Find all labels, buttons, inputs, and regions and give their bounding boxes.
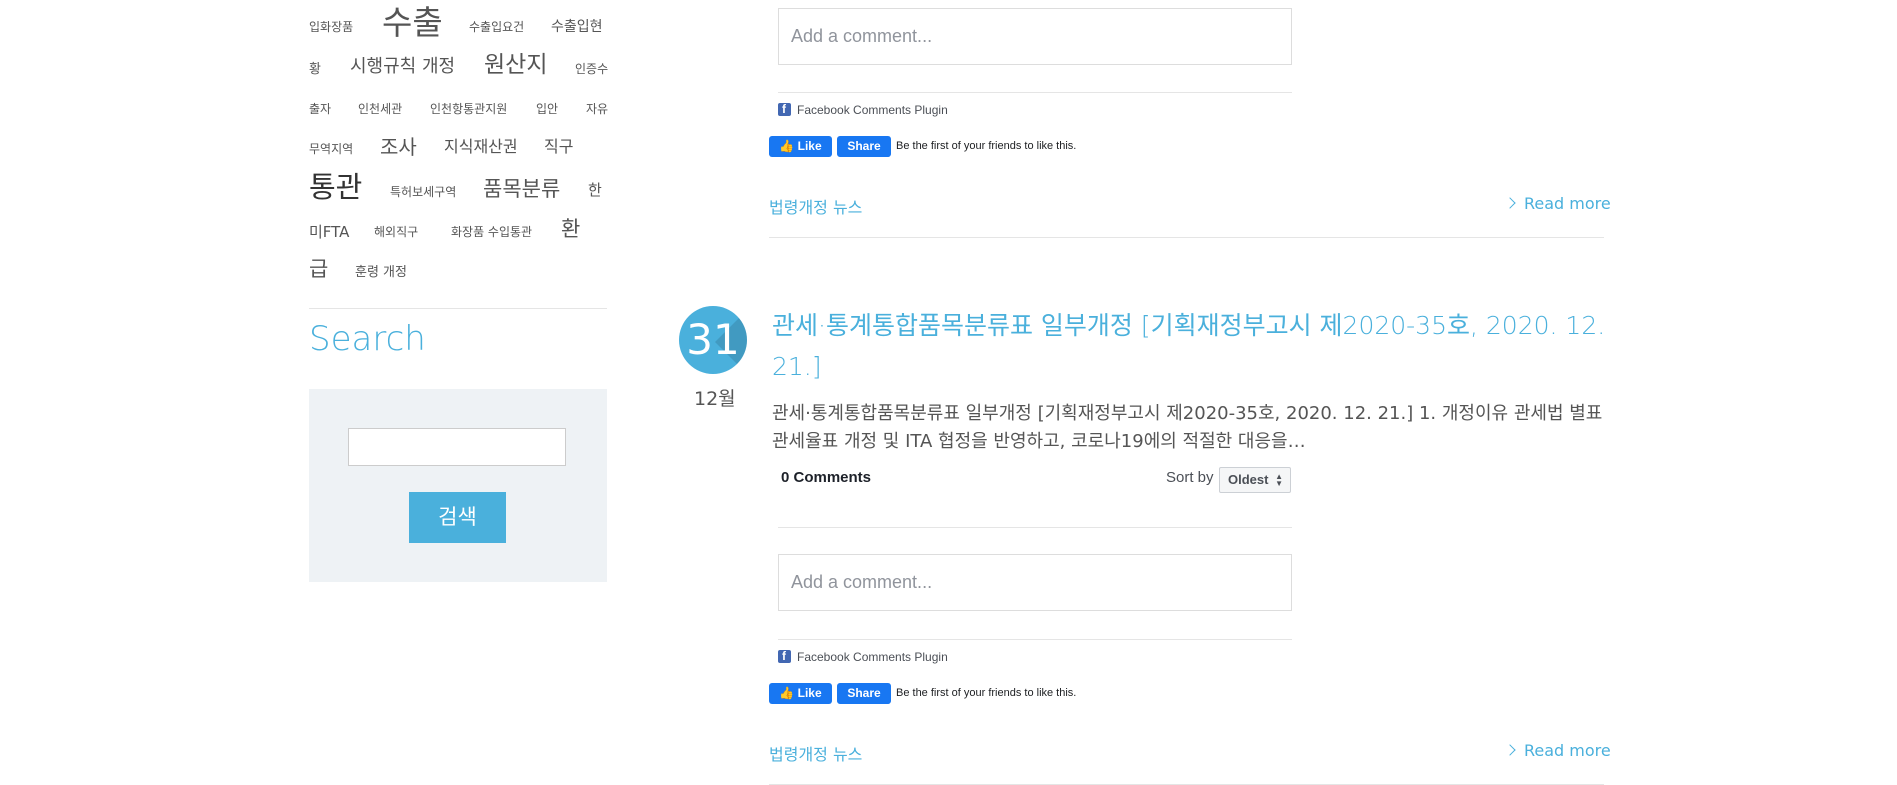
tag-link[interactable]: 인증수: [575, 63, 608, 75]
tag-link[interactable]: 수출입현: [551, 20, 603, 34]
search-widget-title: Search: [309, 319, 426, 359]
tag-link[interactable]: 통관: [309, 173, 362, 202]
comments-header-divider: [778, 527, 1292, 528]
read-more-label: Read more: [1524, 194, 1611, 213]
tag-link[interactable]: 자유: [586, 103, 608, 115]
search-panel: 검색: [309, 389, 607, 582]
tag-link[interactable]: 조사: [380, 137, 417, 157]
comment-input[interactable]: Add a comment...: [778, 554, 1292, 611]
tag-link[interactable]: 입안: [536, 103, 558, 115]
facebook-icon: [778, 649, 791, 663]
comments-divider: [778, 92, 1292, 93]
tag-link[interactable]: 지식재산권: [444, 139, 518, 155]
sort-arrows-icon: ▲ ▼: [1275, 472, 1283, 488]
read-more-link[interactable]: Read more: [1504, 194, 1611, 213]
facebook-comments-plugin-link[interactable]: Facebook Comments Plugin: [778, 102, 948, 117]
tag-link[interactable]: 품목분류: [483, 179, 560, 200]
post-day: 31: [686, 315, 740, 364]
tag-link[interactable]: 원산지: [484, 54, 547, 77]
tag-link[interactable]: 시행규칙 개정: [350, 58, 455, 76]
facebook-social-text: Be the first of your friends to like thi…: [896, 140, 1077, 152]
sort-order-select[interactable]: Oldest ▲ ▼: [1219, 467, 1291, 493]
tag-link[interactable]: 인천항통관지원: [430, 103, 507, 115]
tag-link[interactable]: 황: [309, 63, 321, 76]
tag-link[interactable]: 직구: [544, 139, 573, 155]
facebook-comments-plugin-link[interactable]: Facebook Comments Plugin: [778, 649, 948, 664]
post-excerpt: 관세·통계통합품목분류표 일부개정 [기획재정부고시 제2020-35호, 20…: [772, 403, 1603, 452]
read-more-link[interactable]: Read more: [1504, 741, 1611, 760]
search-input[interactable]: [348, 428, 566, 466]
chevron-right-icon: [1504, 197, 1516, 209]
like-label: Like: [797, 686, 822, 700]
post-category-link[interactable]: 법령개정 뉴스: [769, 194, 862, 218]
comments-count: 0 Comments: [781, 469, 872, 486]
sort-label: Sort by: [1166, 469, 1214, 486]
post-title-link[interactable]: 관세·통계통합품목분류표 일부개정 [기획재정부고시 제2020-35호, 20…: [772, 305, 1607, 387]
facebook-share-button[interactable]: Share: [837, 683, 891, 704]
plugin-label: Facebook Comments Plugin: [797, 650, 948, 664]
tag-link[interactable]: 화장품 수입통관: [451, 226, 532, 238]
facebook-like-button[interactable]: 👍 Like: [769, 136, 832, 157]
tag-link[interactable]: 출자: [309, 103, 331, 115]
facebook-share-button[interactable]: Share: [837, 136, 891, 157]
tag-link[interactable]: 무역지역: [309, 143, 353, 155]
tag-link[interactable]: 입화장품: [309, 21, 353, 33]
tag-link[interactable]: 훈령 개정: [355, 266, 407, 279]
sort-value: Oldest: [1228, 472, 1269, 487]
comment-input[interactable]: Add a comment...: [778, 8, 1292, 65]
thumbs-up-icon: 👍: [779, 139, 795, 153]
plugin-label: Facebook Comments Plugin: [797, 103, 948, 117]
facebook-icon: [778, 102, 791, 116]
tag-link[interactable]: 해외직구: [374, 226, 418, 238]
thumbs-up-icon: 👍: [779, 686, 795, 700]
tag-link[interactable]: 한: [588, 183, 602, 198]
tag-link[interactable]: 수출: [382, 6, 443, 39]
post-month: 12월: [694, 388, 736, 410]
chevron-right-icon: [1504, 744, 1516, 756]
post-category-link[interactable]: 법령개정 뉴스: [769, 741, 862, 765]
tag-link[interactable]: 인천세관: [358, 103, 402, 115]
like-label: Like: [797, 139, 822, 153]
facebook-like-button[interactable]: 👍 Like: [769, 683, 832, 704]
facebook-social-text: Be the first of your friends to like thi…: [896, 687, 1077, 699]
post-divider: [769, 237, 1604, 238]
sidebar-divider: [309, 308, 607, 309]
search-button[interactable]: 검색: [409, 492, 506, 543]
comments-divider: [778, 639, 1292, 640]
tag-link[interactable]: 환: [561, 219, 580, 240]
tag-link[interactable]: 수출입요건: [469, 21, 524, 33]
tag-link[interactable]: 급: [309, 259, 328, 280]
tag-link[interactable]: 특허보세구역: [390, 186, 456, 198]
read-more-label: Read more: [1524, 741, 1611, 760]
tag-link[interactable]: 미FTA: [309, 225, 349, 240]
post-date-badge: 31: [679, 306, 747, 374]
